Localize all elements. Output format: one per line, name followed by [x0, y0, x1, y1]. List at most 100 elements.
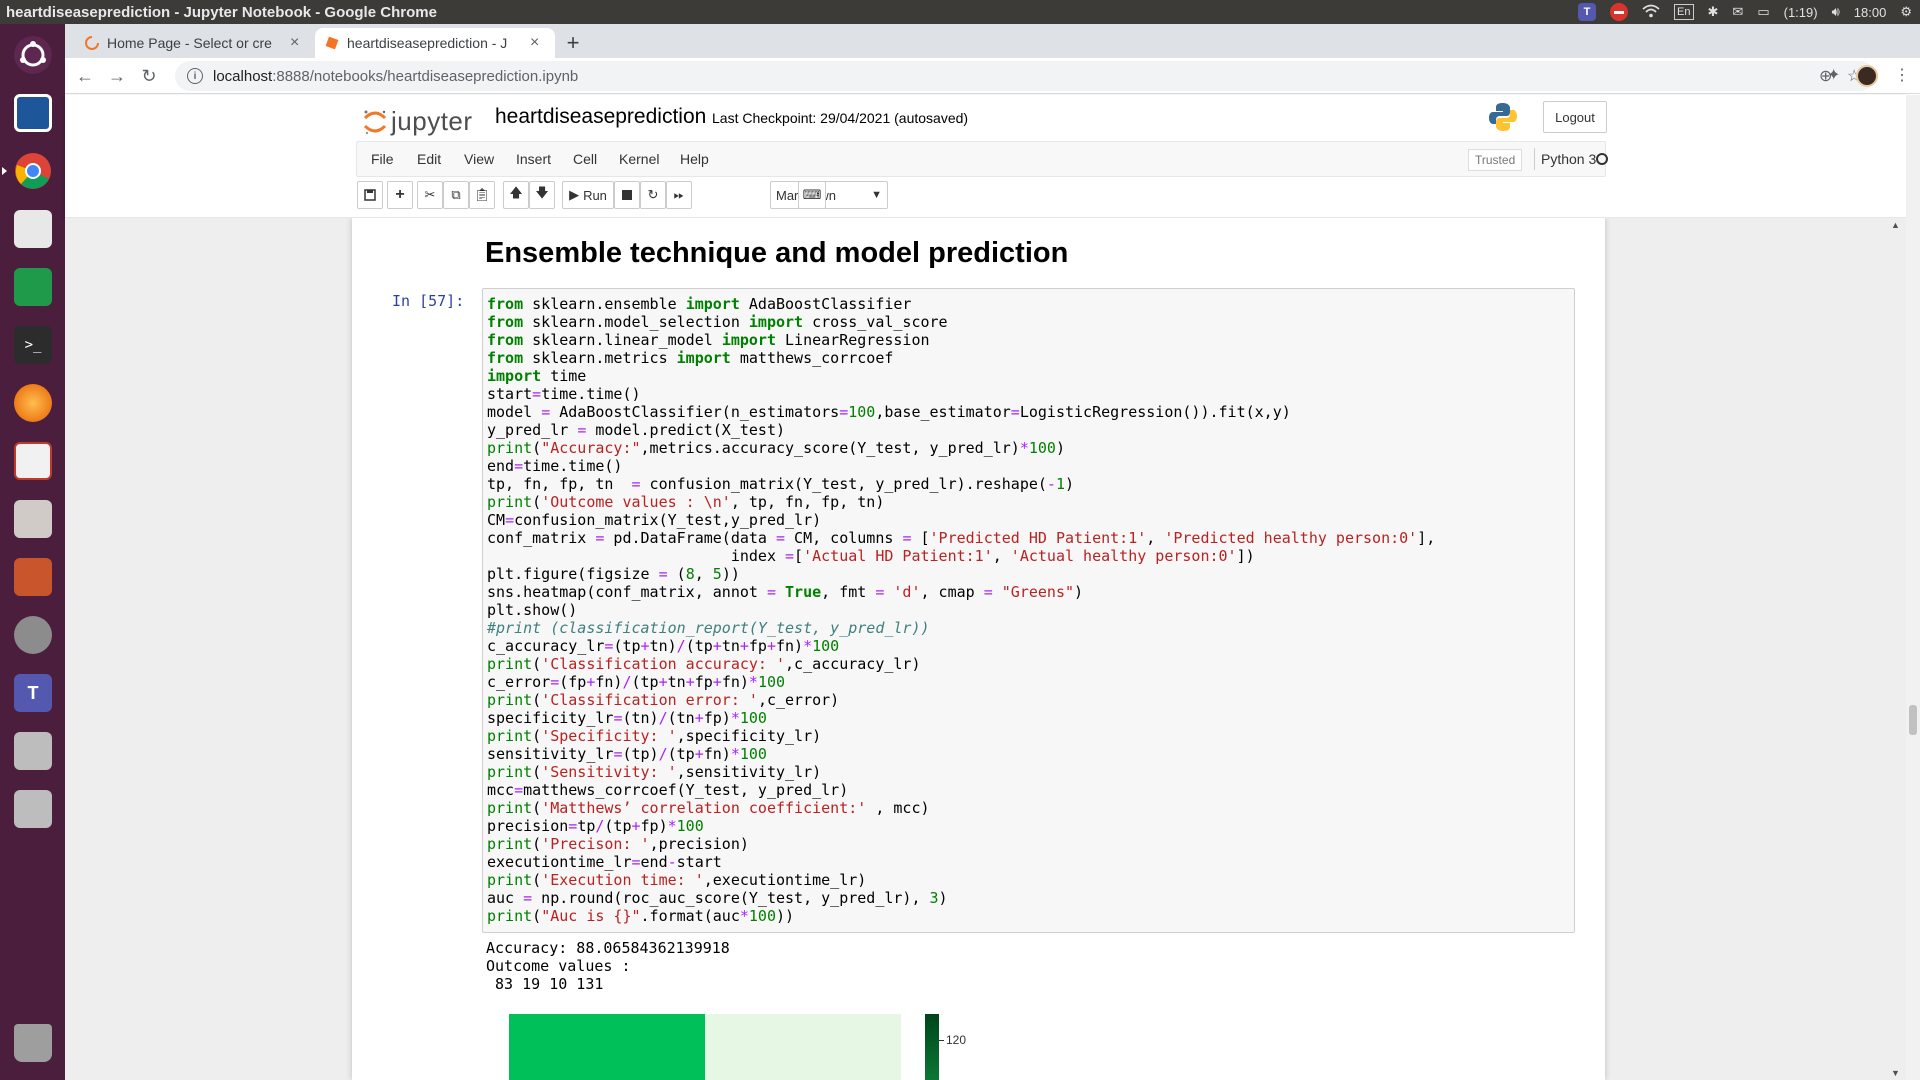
volume-icon[interactable]: 🔊︎: [1832, 4, 1840, 20]
bluetooth-icon[interactable]: ✱: [1708, 4, 1719, 20]
window-title: heartdiseaseprediction - Jupyter Noteboo…: [6, 3, 437, 21]
presentation-icon[interactable]: [8, 552, 58, 602]
clock[interactable]: 18:00: [1854, 5, 1887, 20]
scroll-down-arrow-icon[interactable]: ▼: [1891, 1068, 1900, 1078]
markdown-heading[interactable]: Ensemble technique and model prediction: [485, 237, 1068, 270]
save-icon: [364, 189, 376, 201]
menu-view[interactable]: View: [464, 151, 494, 167]
chrome-icon[interactable]: [2, 146, 58, 196]
url-path: :8888/notebooks/heartdiseaseprediction.i…: [272, 67, 579, 85]
python-logo-icon: [1489, 103, 1517, 131]
chrome-menu-icon[interactable]: ⋮: [1894, 65, 1910, 85]
jupyter-header: jupyter heartdiseaseprediction Last Chec…: [65, 95, 1906, 218]
ubuntu-launcher: >_ T: [0, 24, 65, 1080]
kernel-name[interactable]: Python 3: [1534, 148, 1596, 170]
battery-time[interactable]: (1:19): [1784, 5, 1818, 20]
input-language-indicator[interactable]: En: [1674, 4, 1694, 20]
reload-icon[interactable]: ↻: [135, 62, 163, 90]
extensions-icon[interactable]: ✦: [1827, 65, 1840, 85]
trusted-indicator[interactable]: Trusted: [1468, 149, 1523, 171]
drive-icon-2[interactable]: [8, 784, 58, 834]
url-text[interactable]: localhost:8888/notebooks/heartdiseasepre…: [213, 68, 578, 85]
tab-notebook[interactable]: heartdiseaseprediction - J ×: [315, 28, 555, 58]
system-top-bar: heartdiseaseprediction - Jupyter Noteboo…: [0, 0, 1920, 24]
file-manager-icon[interactable]: [8, 494, 58, 544]
menu-cell[interactable]: Cell: [573, 151, 597, 167]
save-button[interactable]: [357, 181, 383, 209]
close-tab-icon[interactable]: ×: [530, 34, 539, 52]
document-viewer-icon[interactable]: [8, 436, 58, 486]
notebook-container: Ensemble technique and model prediction …: [65, 218, 1906, 1080]
jupyter-logo[interactable]: jupyter: [363, 106, 473, 137]
trash-icon[interactable]: [8, 1018, 58, 1068]
menu-help[interactable]: Help: [680, 151, 709, 167]
arrow-up-icon: 🡅: [509, 185, 523, 200]
notebook-page: Ensemble technique and model prediction …: [352, 218, 1605, 1080]
code-cell-editor[interactable]: from sklearn.ensemble import AdaBoostCla…: [482, 288, 1575, 933]
notebook-favicon-icon: [325, 36, 339, 50]
url-host: localhost: [213, 67, 273, 85]
mail-icon[interactable]: ✉: [1732, 4, 1743, 20]
cut-button[interactable]: ✂: [417, 181, 443, 209]
text-editor-icon[interactable]: [8, 204, 58, 254]
move-up-button[interactable]: 🡅: [503, 181, 529, 209]
menu-kernel[interactable]: Kernel: [619, 151, 659, 167]
insert-cell-button[interactable]: +: [387, 181, 413, 209]
settings-gear-icon[interactable]: ⚙: [1900, 4, 1912, 20]
site-info-icon[interactable]: i: [187, 68, 203, 84]
page-scrollbar[interactable]: [1906, 95, 1920, 1080]
stop-icon: [622, 190, 632, 200]
restart-run-all-button[interactable]: ⏩︎: [666, 181, 692, 209]
system-settings-icon[interactable]: [8, 610, 58, 660]
restart-kernel-button[interactable]: ↻: [640, 181, 666, 209]
input-prompt: In [57]:: [392, 292, 465, 310]
cell-type-select[interactable]: Markdown▼: [770, 181, 888, 209]
battery-icon[interactable]: ▭: [1757, 4, 1769, 20]
code-text[interactable]: from sklearn.ensemble import AdaBoostCla…: [487, 295, 1435, 925]
tab-home-page[interactable]: Home Page - Select or cre ×: [75, 28, 315, 58]
loading-spinner-icon: [85, 36, 99, 50]
play-icon: ▶: [569, 187, 580, 202]
menu-insert[interactable]: Insert: [516, 151, 551, 167]
copy-button[interactable]: ⧉: [443, 181, 469, 209]
move-down-button[interactable]: 🡇: [529, 181, 555, 209]
plus-icon: +: [395, 186, 405, 203]
copy-icon: ⧉: [451, 187, 461, 202]
address-bar[interactable]: i localhost:8888/notebooks/heartdiseasep…: [175, 61, 1875, 91]
do-not-disturb-icon[interactable]: [1610, 3, 1629, 21]
run-label: Run: [583, 187, 607, 203]
kernel-idle-indicator-icon: [1596, 153, 1608, 165]
forward-arrow-icon[interactable]: →: [103, 62, 131, 90]
new-tab-button[interactable]: +: [560, 30, 586, 56]
terminal-icon[interactable]: >_: [8, 320, 58, 370]
close-tab-icon[interactable]: ×: [290, 34, 299, 52]
teams-icon[interactable]: T: [8, 668, 58, 718]
firefox-icon[interactable]: [8, 378, 58, 428]
writer-document-icon[interactable]: [8, 88, 58, 138]
run-button[interactable]: ▶ Run: [562, 181, 614, 209]
browser-tab-strip: Home Page - Select or cre × heartdisease…: [65, 24, 1920, 58]
heatmap-cell: [509, 1014, 705, 1080]
profile-avatar[interactable]: [1856, 65, 1878, 87]
menu-file[interactable]: File: [371, 151, 394, 167]
browser-toolbar: ← → ↻ i localhost:8888/notebooks/heartdi…: [65, 58, 1920, 94]
drive-icon[interactable]: [8, 726, 58, 776]
checkpoint-status: Last Checkpoint: 29/04/2021 (autosaved): [712, 110, 969, 126]
ubuntu-dash-icon[interactable]: [8, 30, 58, 80]
scrollbar-thumb[interactable]: [1909, 705, 1917, 735]
scroll-up-arrow-icon[interactable]: ▲: [1891, 220, 1900, 230]
logout-button[interactable]: Logout: [1543, 101, 1607, 133]
command-palette-button[interactable]: ⌨: [798, 181, 826, 209]
output-line: Outcome values :: [486, 957, 631, 975]
paste-button[interactable]: 📋︎: [469, 181, 495, 209]
notebook-name[interactable]: heartdiseaseprediction: [495, 105, 706, 129]
output-line: 83 19 10 131: [486, 975, 604, 993]
back-arrow-icon[interactable]: ←: [71, 62, 99, 90]
arrow-down-icon: 🡇: [535, 185, 549, 200]
teams-tray-icon[interactable]: T: [1578, 3, 1597, 21]
spreadsheet-icon[interactable]: [8, 262, 58, 312]
interrupt-button[interactable]: [614, 181, 640, 209]
menu-edit[interactable]: Edit: [417, 151, 441, 167]
keyboard-icon: ⌨: [802, 187, 822, 202]
wifi-icon[interactable]: [1642, 4, 1660, 21]
